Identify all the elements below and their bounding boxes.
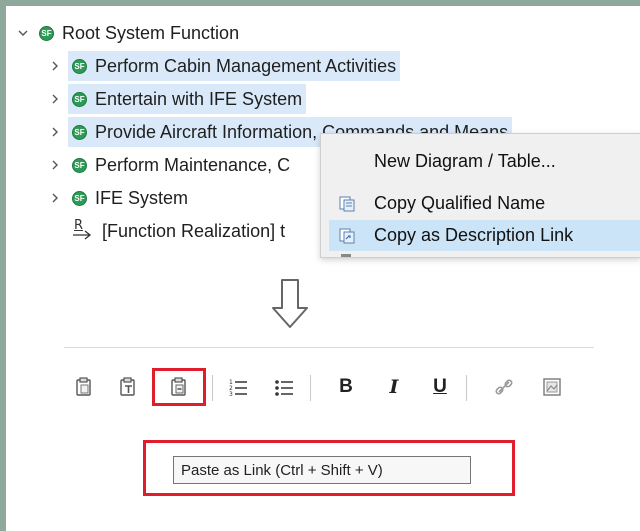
tree-root-label: Root System Function — [62, 22, 240, 43]
menu-item-copy-description-link[interactable]: Copy as Description Link — [329, 220, 640, 251]
paste-as-link-tooltip: Paste as Link (Ctrl + Shift + V) — [173, 456, 471, 484]
menu-item-new-diagram[interactable]: New Diagram / Table... — [321, 146, 640, 177]
chevron-down-icon[interactable] — [16, 26, 30, 40]
paste-text-button[interactable] — [114, 372, 142, 402]
chevron-right-icon[interactable] — [48, 59, 62, 73]
screenshot-canvas: SF Root System Function SF Perform Cabin… — [6, 6, 640, 531]
down-outline-arrow-icon — [272, 279, 308, 328]
toolbar-top-border — [64, 347, 594, 348]
bold-icon: B — [339, 376, 353, 397]
sf-function-icon: SF — [72, 58, 87, 74]
tree-item-label: [Function Realization] t — [102, 221, 286, 241]
paste-link-annotation-box — [152, 368, 206, 406]
paste-button[interactable] — [70, 372, 98, 402]
menu-item-label: Copy Qualified Name — [374, 193, 546, 213]
menu-item-label: New Diagram / Table... — [374, 151, 556, 171]
copy-description-link-icon — [339, 228, 355, 243]
tree-item-label: Perform Cabin Management Activities — [95, 55, 397, 76]
svg-text:3: 3 — [229, 391, 233, 398]
numbered-list-button[interactable]: 1 2 3 — [224, 372, 252, 402]
image-button[interactable] — [538, 372, 566, 402]
sf-function-icon: SF — [72, 190, 87, 206]
bold-button[interactable]: B — [332, 372, 360, 402]
image-icon — [543, 378, 561, 396]
italic-icon: I — [389, 376, 399, 398]
sf-function-icon: SF — [72, 91, 87, 107]
realization-arrow-icon: R — [72, 218, 98, 244]
menu-next-item-fragment — [341, 254, 351, 257]
paste-icon — [76, 377, 91, 396]
toolbar-separator — [212, 375, 213, 401]
context-menu: New Diagram / Table... Copy Qualified Na… — [320, 133, 640, 258]
copy-qualified-name-icon — [339, 196, 355, 211]
sf-function-icon: SF — [72, 124, 87, 140]
sf-function-icon: SF — [72, 157, 87, 173]
chevron-right-icon[interactable] — [48, 191, 62, 205]
tree-item-label: IFE System — [95, 187, 189, 208]
link-button[interactable] — [490, 372, 518, 402]
toolbar-separator — [310, 375, 311, 401]
chevron-right-icon[interactable] — [48, 92, 62, 106]
sf-function-icon: SF — [39, 25, 54, 41]
menu-item-copy-qualified-name[interactable]: Copy Qualified Name — [321, 188, 640, 219]
rich-text-toolbar: 1 2 3 B I U — [64, 367, 604, 407]
bulleted-list-icon — [275, 380, 293, 396]
chevron-right-icon[interactable] — [48, 158, 62, 172]
menu-item-label: Copy as Description Link — [374, 225, 574, 245]
paste-text-icon — [120, 377, 135, 396]
tree-item-label: Entertain with IFE System — [95, 88, 303, 109]
chevron-right-icon[interactable] — [48, 125, 62, 139]
italic-button[interactable]: I — [380, 372, 408, 402]
toolbar-separator — [466, 375, 467, 401]
tree-item-label: Perform Maintenance, C — [95, 154, 291, 175]
link-icon — [495, 379, 513, 395]
numbered-list-icon: 1 2 3 — [229, 379, 247, 398]
underline-icon: U — [433, 376, 447, 397]
bulleted-list-button[interactable] — [270, 372, 298, 402]
underline-button[interactable]: U — [426, 372, 454, 402]
